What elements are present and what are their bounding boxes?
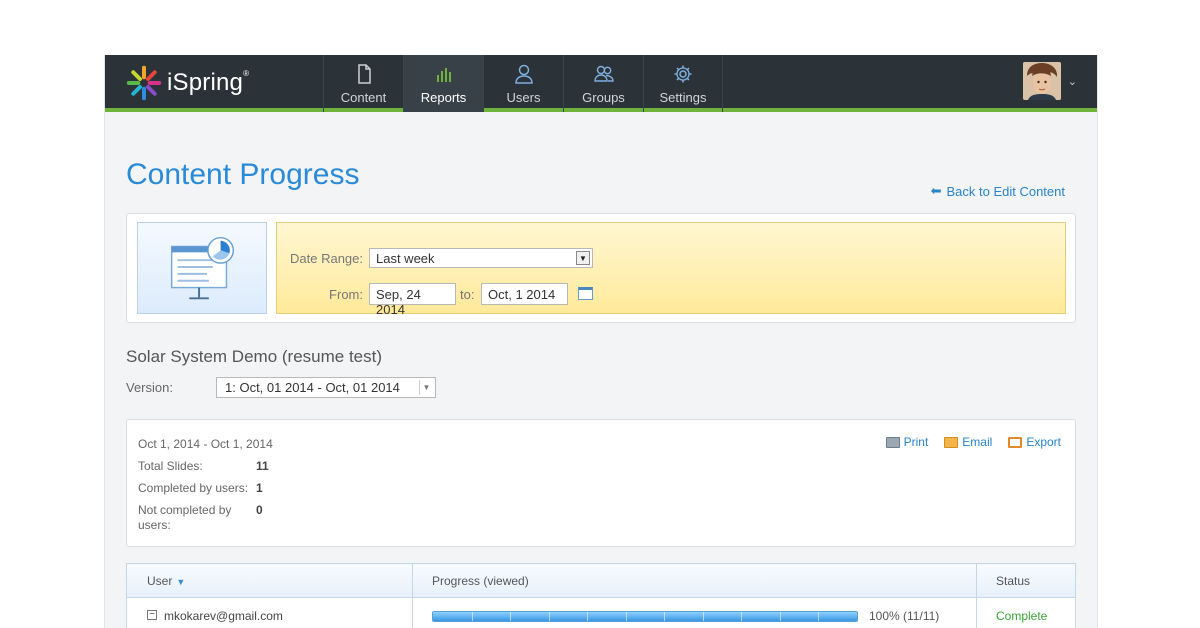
to-date-input[interactable]: Oct, 1 2014 — [481, 283, 568, 305]
table-header: User ▼ Progress (viewed) Status — [127, 564, 1075, 598]
summary-row-not-completed: Not completed by users: 0 — [138, 503, 263, 533]
version-label: Version: — [126, 380, 173, 395]
filter-form: Date Range: Last week ▼ From: Sep, 24 20… — [276, 222, 1066, 317]
progress-segment — [587, 612, 589, 621]
back-link-label: Back to Edit Content — [946, 183, 1065, 199]
email-icon — [944, 436, 959, 448]
column-header-status[interactable]: Status — [996, 564, 1030, 598]
page-title: Content Progress — [126, 158, 360, 191]
dropdown-arrow-icon: ▼ — [419, 380, 433, 395]
progress-bar — [432, 611, 858, 622]
arrow-left-icon: ⬅ — [930, 183, 942, 198]
user-icon — [514, 64, 533, 84]
column-header-progress[interactable]: Progress (viewed) — [432, 564, 529, 598]
nav-item-settings[interactable]: Settings — [643, 55, 723, 112]
summary-row-completed: Completed by users: 1 — [138, 481, 263, 496]
nav-label-settings: Settings — [659, 90, 707, 105]
brand-name: iSpring® — [167, 69, 250, 96]
print-button[interactable]: Print — [885, 435, 929, 449]
course-title: Solar System Demo (resume test) — [126, 347, 383, 366]
summary-key: Completed by users: — [138, 481, 249, 495]
email-button[interactable]: Email — [944, 435, 992, 449]
table-row[interactable]: − mkokarev@gmail.com 100% (11/11) Comple… — [127, 599, 1075, 628]
date-range-select[interactable]: Last week ▼ — [369, 248, 593, 268]
summary-value: 11 — [256, 459, 269, 473]
dropdown-arrow-icon: ▼ — [576, 251, 590, 265]
nav-label-users: Users — [506, 90, 541, 105]
main-nav: Content Reports Users Groups Settings — [323, 55, 723, 112]
row-user-email: mkokarev@gmail.com — [164, 609, 283, 623]
to-date-value: Oct, 1 2014 — [488, 287, 556, 302]
to-label: to: — [460, 287, 475, 302]
presentation-chart-icon — [170, 236, 235, 300]
summary-date-range: Oct 1, 2014 - Oct 1, 2014 — [138, 437, 273, 451]
progress-segment — [702, 612, 704, 621]
row-status: Complete — [996, 609, 1048, 623]
summary-value: 0 — [256, 503, 263, 517]
nav-label-content: Content — [340, 90, 387, 105]
gear-icon — [674, 65, 692, 83]
nav-item-content[interactable]: Content — [323, 55, 403, 112]
nav-item-groups[interactable]: Groups — [563, 55, 643, 112]
summary-row-total-slides: Total Slides: 11 — [138, 459, 269, 474]
date-filter-panel: Date Range: Last week ▼ From: Sep, 24 20… — [126, 213, 1076, 323]
users-group-icon — [593, 65, 614, 82]
progress-segment — [471, 612, 473, 621]
expand-row-icon[interactable]: − — [147, 610, 157, 620]
summary-panel: Oct 1, 2014 - Oct 1, 2014 Total Slides: 1… — [126, 419, 1076, 547]
version-value: 1: Oct, 01 2014 - Oct, 01 2014 — [225, 380, 400, 395]
bar-chart-icon — [436, 68, 451, 82]
chevron-down-icon[interactable]: ⌄ — [1068, 75, 1077, 88]
progress-segment — [664, 612, 666, 621]
progress-bar-fill — [433, 612, 857, 621]
print-label: Print — [903, 435, 929, 449]
row-progress-text: 100% (11/11) — [869, 609, 940, 623]
date-range-label: Date Range: — [290, 251, 363, 266]
email-label: Email — [962, 435, 993, 449]
nav-label-groups: Groups — [582, 90, 625, 105]
progress-segment — [779, 612, 781, 621]
progress-segment — [548, 612, 550, 621]
nav-label-reports: Reports — [420, 90, 467, 105]
user-photo-icon — [1023, 62, 1061, 100]
progress-segment — [818, 612, 820, 621]
summary-key: Total Slides: — [138, 459, 203, 473]
from-date-input[interactable]: Sep, 24 2014 — [369, 283, 456, 317]
column-header-label: User — [147, 574, 173, 588]
sort-down-icon: ▼ — [176, 577, 186, 587]
avatar[interactable] — [1023, 62, 1061, 100]
progress-table: User ▼ Progress (viewed) Status − mkokare… — [126, 563, 1076, 628]
app-window: iSpring® Content Reports Users Groups Se… — [104, 55, 1098, 628]
nav-item-users[interactable]: Users — [483, 55, 563, 112]
export-button[interactable]: Export — [1008, 435, 1061, 449]
back-to-edit-content-link[interactable]: ⬅ Back to Edit Content — [931, 183, 1065, 199]
nav-item-reports[interactable]: Reports — [403, 55, 483, 112]
report-illustration — [137, 222, 267, 314]
progress-segment — [510, 612, 512, 621]
calendar-icon[interactable] — [578, 287, 593, 300]
ispring-logo-icon — [126, 65, 162, 101]
from-label: From: — [329, 287, 363, 302]
export-icon — [1008, 436, 1023, 448]
column-header-user[interactable]: User ▼ — [147, 564, 185, 598]
printer-icon — [885, 436, 900, 448]
summary-key: Not completed by users: — [138, 503, 232, 532]
progress-segment — [625, 612, 627, 621]
export-label: Export — [1026, 435, 1061, 449]
top-bar: iSpring® Content Reports Users Groups Se… — [105, 55, 1097, 112]
report-actions: Print Email Export — [870, 435, 1061, 449]
brand-logo[interactable]: iSpring® — [125, 63, 249, 103]
document-icon — [357, 64, 371, 84]
date-range-value: Last week — [376, 251, 435, 266]
from-date-value: Sep, 24 2014 — [376, 287, 421, 317]
summary-value: 1 — [256, 481, 263, 495]
version-select[interactable]: 1: Oct, 01 2014 - Oct, 01 2014 ▼ — [216, 377, 436, 398]
progress-segment — [741, 612, 743, 621]
